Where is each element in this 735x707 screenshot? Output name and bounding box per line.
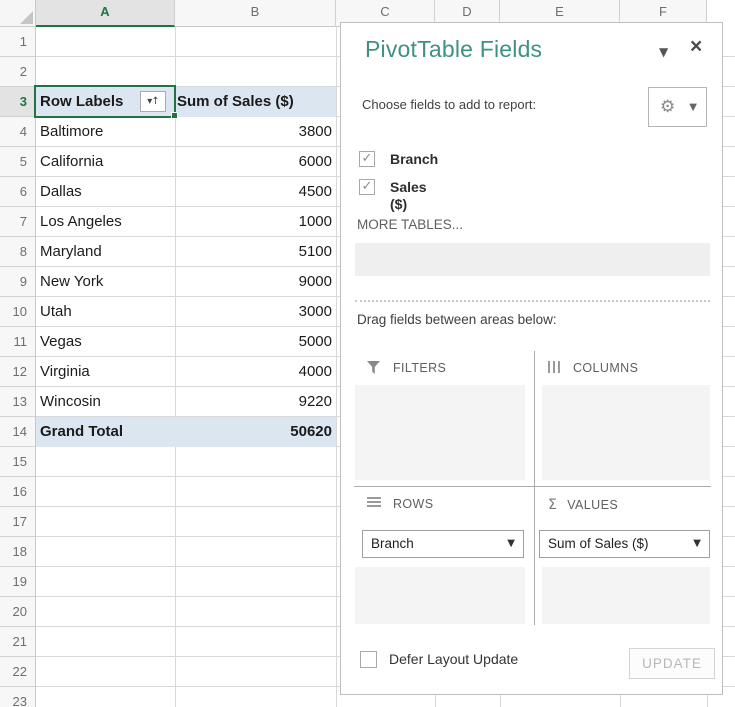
cell-branch[interactable]: Baltimore (40, 117, 173, 147)
row-header-5[interactable]: 5 (0, 147, 36, 177)
drag-fields-label: Drag fields between areas below: (357, 312, 557, 327)
row-header-19[interactable]: 19 (0, 567, 36, 597)
filters-area-label: FILTERS (367, 361, 446, 375)
cell-sales[interactable]: 3800 (175, 117, 336, 147)
pane-separator (355, 300, 710, 302)
cell-b3-sum-of-sales[interactable]: Sum of Sales ($) (177, 87, 336, 117)
tools-button[interactable]: ⚙ ▼ (648, 87, 707, 127)
pane-title: PivotTable Fields (365, 36, 543, 62)
rows-chip-label: Branch (371, 536, 414, 551)
column-header-b[interactable]: B (175, 0, 336, 27)
values-area-label: Σ VALUES (548, 497, 619, 513)
rows-chip-chevron-icon[interactable]: ▼ (507, 531, 515, 557)
cell-sales[interactable]: 4500 (175, 177, 336, 207)
row-header-20[interactable]: 20 (0, 597, 36, 627)
row-header-23[interactable]: 23 (0, 687, 36, 707)
column-header-a[interactable]: A (36, 0, 175, 27)
cell-branch[interactable]: Utah (40, 297, 173, 327)
rows-icon (367, 497, 381, 509)
values-chip-chevron-icon[interactable]: ▼ (693, 531, 701, 557)
row-header-8[interactable]: 8 (0, 237, 36, 267)
columns-drop-zone[interactable] (542, 385, 710, 480)
row-header-18[interactable]: 18 (0, 537, 36, 567)
field-list-remainder (355, 243, 710, 276)
cell-branch[interactable]: Dallas (40, 177, 173, 207)
rows-area-label: ROWS (367, 497, 434, 511)
select-all-triangle-icon (20, 11, 33, 24)
pane-options-chevron-icon[interactable]: ▼ (659, 45, 668, 59)
cell-branch[interactable]: Los Angeles (40, 207, 173, 237)
row-header-1[interactable]: 1 (0, 27, 36, 57)
rows-field-chip-branch[interactable]: Branch ▼ (362, 530, 524, 558)
update-button[interactable]: UPDATE (629, 648, 715, 679)
cell-sales[interactable]: 1000 (175, 207, 336, 237)
columns-icon (548, 361, 562, 373)
values-drop-zone[interactable] (542, 567, 710, 624)
row-header-6[interactable]: 6 (0, 177, 36, 207)
sigma-icon: Σ (548, 497, 558, 513)
row-header-21[interactable]: 21 (0, 627, 36, 657)
row-header-15[interactable]: 15 (0, 447, 36, 477)
row-labels-filter-button[interactable]: ▾↑ (140, 91, 166, 112)
cell-sales[interactable]: 3000 (175, 297, 336, 327)
filter-funnel-icon (367, 361, 380, 374)
defer-layout-update-checkbox[interactable] (360, 651, 377, 668)
defer-layout-update-label[interactable]: Defer Layout Update (389, 651, 518, 667)
row-header-7[interactable]: 7 (0, 207, 36, 237)
row-header-12[interactable]: 12 (0, 357, 36, 387)
row-header-3[interactable]: 3 (0, 87, 36, 117)
row-header-4[interactable]: 4 (0, 117, 36, 147)
values-chip-label: Sum of Sales ($) (548, 536, 649, 551)
cell-sales[interactable]: 5000 (175, 327, 336, 357)
pivottable-fields-pane: PivotTable Fields ▼ × Choose fields to a… (340, 22, 723, 695)
tools-chevron-icon: ▼ (689, 102, 697, 113)
cell-grand-total-value[interactable]: 50620 (175, 417, 336, 447)
cell-a3-row-labels[interactable]: Row Labels (40, 87, 140, 117)
values-field-chip-sum-of-sales[interactable]: Sum of Sales ($) ▼ (539, 530, 710, 558)
cell-sales[interactable]: 4000 (175, 357, 336, 387)
excel-window: A B C D E F 1 2 3 4 5 6 7 8 9 10 11 12 1… (0, 0, 735, 707)
row-header-2[interactable]: 2 (0, 57, 36, 87)
gear-icon: ⚙ (660, 97, 676, 117)
select-all-button[interactable] (0, 0, 36, 27)
branch-checkbox[interactable]: ✓ (359, 151, 375, 167)
row-header-17[interactable]: 17 (0, 507, 36, 537)
cell-branch[interactable]: Virginia (40, 357, 173, 387)
areas-vertical-divider (534, 351, 535, 625)
cell-sales[interactable]: 5100 (175, 237, 336, 267)
cell-grand-total-label[interactable]: Grand Total (40, 417, 173, 447)
row-header-13[interactable]: 13 (0, 387, 36, 417)
cell-sales[interactable]: 9220 (175, 387, 336, 417)
cell-branch[interactable]: New York (40, 267, 173, 297)
row-header-10[interactable]: 10 (0, 297, 36, 327)
cell-branch[interactable]: Maryland (40, 237, 173, 267)
areas-horizontal-divider (354, 486, 711, 487)
filters-drop-zone[interactable] (355, 385, 525, 480)
cell-branch[interactable]: California (40, 147, 173, 177)
choose-fields-label: Choose fields to add to report: (362, 97, 537, 112)
row-header-14[interactable]: 14 (0, 417, 36, 447)
sales-checkbox[interactable]: ✓ (359, 179, 375, 195)
row-header-11[interactable]: 11 (0, 327, 36, 357)
row-header-16[interactable]: 16 (0, 477, 36, 507)
cell-sales[interactable]: 9000 (175, 267, 336, 297)
pane-close-icon[interactable]: × (690, 36, 702, 58)
branch-field-label[interactable]: Branch (390, 151, 438, 168)
rows-drop-zone[interactable] (355, 567, 525, 624)
sales-field-label[interactable]: Sales ($) (390, 179, 427, 213)
cell-branch[interactable]: Wincosin (40, 387, 173, 417)
cell-sales[interactable]: 6000 (175, 147, 336, 177)
row-header-9[interactable]: 9 (0, 267, 36, 297)
more-tables-link[interactable]: MORE TABLES... (357, 217, 463, 232)
grid-line-bc (336, 27, 337, 707)
columns-area-label: COLUMNS (548, 361, 638, 375)
row-header-22[interactable]: 22 (0, 657, 36, 687)
cell-branch[interactable]: Vegas (40, 327, 173, 357)
